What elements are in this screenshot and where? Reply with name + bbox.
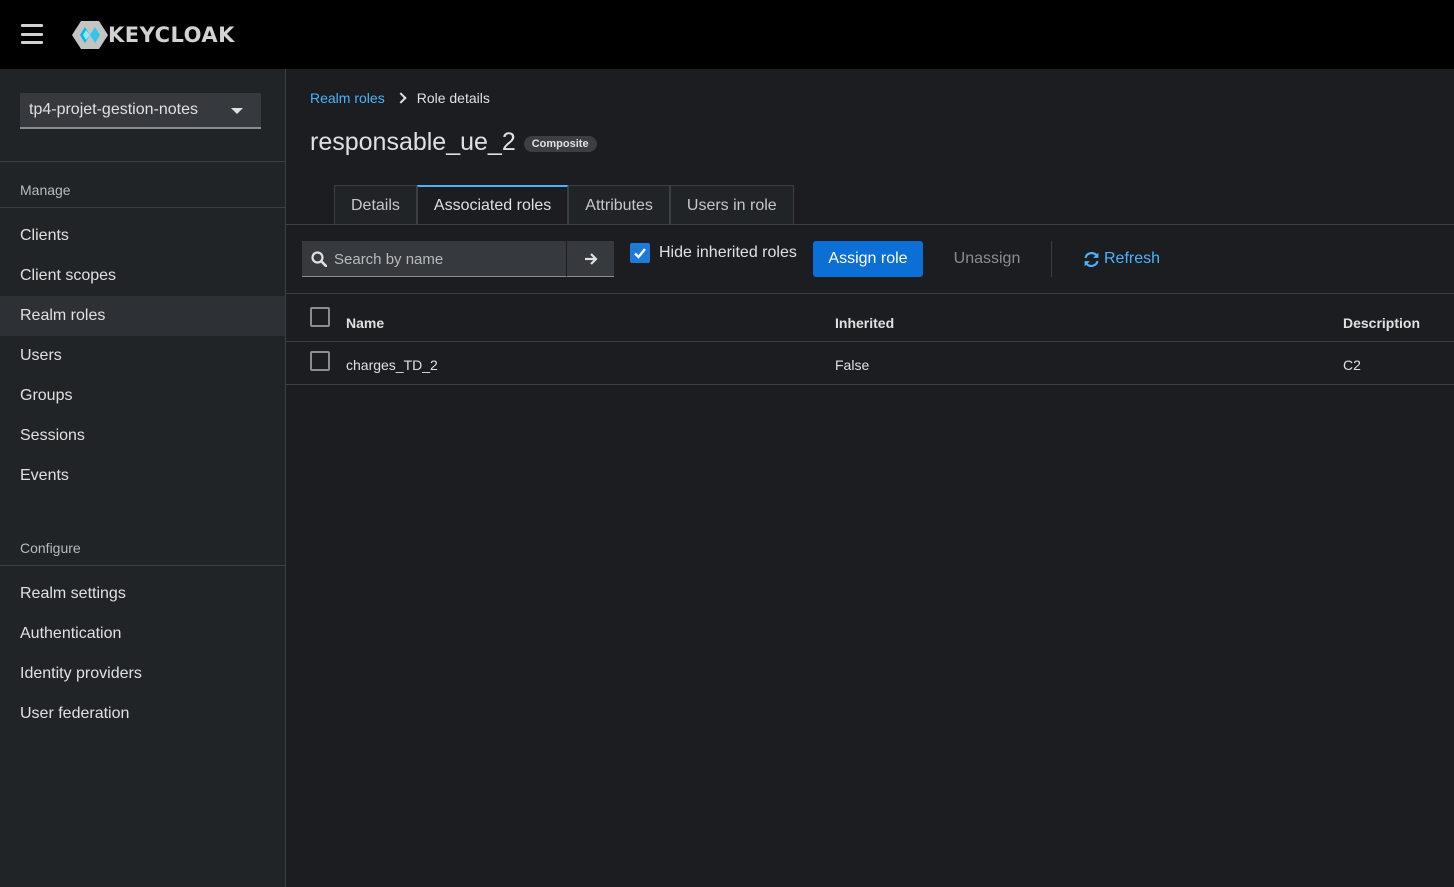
hamburger-menu-icon[interactable] xyxy=(21,24,43,44)
row-checkbox[interactable] xyxy=(310,351,330,371)
sidebar-item-clients[interactable]: Clients xyxy=(0,216,285,256)
refresh-icon xyxy=(1084,251,1099,267)
brand-name: KEYCLOAK xyxy=(108,23,235,47)
checkmark-icon xyxy=(634,248,646,259)
section-title-manage: Manage xyxy=(20,182,71,198)
sidebar-divider xyxy=(0,207,285,208)
page-header: responsable_ue_2 Composite xyxy=(310,128,597,157)
sidebar-item-sessions[interactable]: Sessions xyxy=(0,416,285,456)
breadcrumb-link-realm-roles[interactable]: Realm roles xyxy=(310,90,385,106)
chevron-right-icon xyxy=(395,92,407,104)
masthead: KEYCLOAK xyxy=(0,0,1454,69)
sidebar-item-authentication[interactable]: Authentication xyxy=(0,614,285,654)
keycloak-logo-icon xyxy=(72,21,108,49)
sidebar-item-realm-roles[interactable]: Realm roles xyxy=(0,296,285,336)
table-row: charges_TD_2 False C2 xyxy=(286,342,1454,385)
column-header-inherited[interactable]: Inherited xyxy=(835,315,894,331)
page-title: responsable_ue_2 xyxy=(310,128,516,156)
tab-associated-roles[interactable]: Associated roles xyxy=(416,185,569,225)
brand-logo[interactable]: KEYCLOAK xyxy=(72,20,235,50)
tab-users-in-role[interactable]: Users in role xyxy=(669,185,794,225)
sidebar-item-identity-providers[interactable]: Identity providers xyxy=(0,654,285,694)
tab-attributes[interactable]: Attributes xyxy=(568,185,670,225)
sidebar-item-user-federation[interactable]: User federation xyxy=(0,694,285,734)
sidebar-item-events[interactable]: Events xyxy=(0,456,285,496)
tab-details[interactable]: Details xyxy=(334,185,417,225)
hide-inherited-checkbox[interactable] xyxy=(630,243,650,263)
select-all-checkbox[interactable] xyxy=(310,307,330,327)
unassign-button[interactable]: Unassign xyxy=(939,241,1035,277)
column-header-name[interactable]: Name xyxy=(346,315,384,331)
table-header: Name Inherited Description xyxy=(286,294,1454,342)
realm-selector-value: tp4-projet-gestion-notes xyxy=(29,101,198,118)
sidebar-divider xyxy=(0,565,285,566)
composite-badge: Composite xyxy=(523,136,597,152)
cell-name: charges_TD_2 xyxy=(346,357,438,373)
hide-inherited-toggle[interactable]: Hide inherited roles xyxy=(630,243,797,263)
search-icon xyxy=(311,251,327,267)
sidebar-item-realm-settings[interactable]: Realm settings xyxy=(0,574,285,614)
hide-inherited-label: Hide inherited roles xyxy=(659,244,797,261)
sidebar-item-groups[interactable]: Groups xyxy=(0,376,285,416)
caret-down-icon xyxy=(231,108,243,114)
sidebar-item-users[interactable]: Users xyxy=(0,336,285,376)
toolbar-divider xyxy=(1051,241,1052,277)
toolbar: Hide inherited roles Assign role Unassig… xyxy=(286,225,1454,294)
assign-role-button[interactable]: Assign role xyxy=(813,241,923,277)
search-input[interactable] xyxy=(334,241,562,277)
breadcrumb-current: Role details xyxy=(416,90,490,106)
refresh-label: Refresh xyxy=(1104,250,1161,267)
sidebar-item-client-scopes[interactable]: Client scopes xyxy=(0,256,285,296)
arrow-right-icon xyxy=(584,252,598,265)
breadcrumb: Realm roles Role details xyxy=(310,90,490,106)
main-content: Realm roles Role details responsable_ue_… xyxy=(286,69,1454,887)
search-box xyxy=(302,241,566,277)
cell-description: C2 xyxy=(1343,357,1361,373)
section-title-configure: Configure xyxy=(20,540,81,556)
sidebar-divider xyxy=(0,161,285,162)
search-submit-button[interactable] xyxy=(566,241,614,277)
refresh-button[interactable]: Refresh xyxy=(1083,241,1160,277)
tab-bar: Details Associated roles Attributes User… xyxy=(334,185,794,225)
cell-inherited: False xyxy=(835,357,870,373)
realm-selector[interactable]: tp4-projet-gestion-notes xyxy=(20,93,261,129)
sidebar: tp4-projet-gestion-notes Manage Clients … xyxy=(0,69,286,887)
associated-roles-table: Name Inherited Description charges_TD_2 … xyxy=(286,294,1454,385)
column-header-description[interactable]: Description xyxy=(1343,315,1420,331)
